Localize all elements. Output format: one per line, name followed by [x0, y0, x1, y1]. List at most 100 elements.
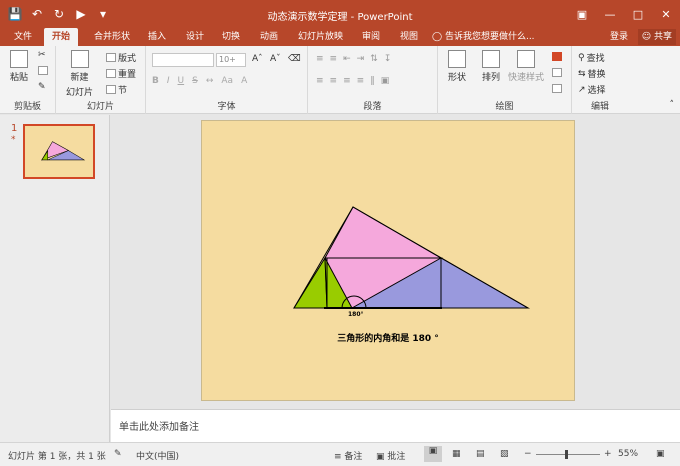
window-controls: ▣ — □ ✕ [568, 0, 680, 28]
strikethrough-icon[interactable]: S [192, 76, 198, 86]
zoom-out-button[interactable]: − [524, 449, 532, 459]
maximize-button[interactable]: □ [624, 0, 652, 28]
clear-format-button[interactable]: ⌫ [288, 54, 301, 64]
shapes-button[interactable]: 形状 [448, 50, 466, 83]
fit-to-window-button[interactable]: ▣ [656, 449, 665, 459]
char-spacing-icon[interactable]: ↔ [206, 76, 214, 86]
reset-button[interactable]: 重置 [106, 67, 136, 80]
tab-design[interactable]: 设计 [178, 28, 212, 46]
slide-canvas[interactable]: 180° 三角形的内角和是 180 ° [201, 120, 575, 401]
new-slide-icon [70, 50, 89, 68]
cut-button[interactable]: ✂ [38, 50, 46, 60]
justify-icon[interactable]: ≡ [357, 76, 365, 86]
tab-view[interactable]: 视图 [392, 28, 426, 46]
editing-group-label: 编辑 [590, 102, 609, 112]
tab-transitions[interactable]: 切换 [214, 28, 248, 46]
angle-label: 180° [348, 311, 364, 318]
slide-caption[interactable]: 三角形的内角和是 180 ° [202, 331, 574, 344]
list-buttons: ≡ ≡ ⇤ ⇥ ⇅ ↧ [316, 54, 391, 64]
select-button[interactable]: ↗ 选择 [578, 83, 606, 97]
search-icon: ⚲ [578, 52, 585, 63]
shape-effects-button[interactable] [552, 84, 562, 93]
fill-icon [552, 52, 562, 61]
zoom-slider[interactable] [536, 454, 600, 455]
paragraph-group: ≡ ≡ ⇤ ⇥ ⇅ ↧ ≡ ≡ ≡ ≡ ‖ ▣ 段落 [308, 46, 438, 114]
font-grow-icon: Aˆ [252, 54, 263, 64]
find-label: 查找 [586, 54, 605, 64]
notes-pane[interactable]: 单击此处添加备注 [111, 409, 680, 442]
tab-animations[interactable]: 动画 [252, 28, 286, 46]
new-slide-button[interactable]: 新建 幻灯片 [66, 50, 93, 98]
italic-icon[interactable]: I [167, 76, 170, 86]
bold-icon[interactable]: B [152, 76, 159, 86]
slides-group-label: 幻灯片 [86, 102, 114, 112]
notes-icon: ≡ [334, 452, 342, 462]
font-style-buttons: BIUS ↔ Aa A [152, 76, 247, 86]
paragraph-group-label: 段落 [363, 102, 382, 112]
align-right-icon[interactable]: ≡ [343, 76, 351, 86]
paste-button[interactable]: 粘贴 [10, 50, 28, 83]
tab-review[interactable]: 审阅 [354, 28, 388, 46]
copy-button[interactable] [38, 66, 48, 75]
section-button[interactable]: 节 [106, 83, 127, 96]
arrange-button[interactable]: 排列 [482, 50, 500, 83]
numbering-icon[interactable]: ≡ [330, 54, 338, 64]
align-left-icon[interactable]: ≡ [316, 76, 324, 86]
tab-home[interactable]: 开始 [44, 28, 79, 46]
bullets-icon[interactable]: ≡ [316, 54, 324, 64]
reading-view-button[interactable]: ▤ [476, 449, 485, 459]
font-name-input[interactable] [152, 53, 214, 67]
section-icon [106, 85, 116, 94]
format-painter-button[interactable]: ✎ [38, 82, 46, 92]
grow-font-button[interactable]: Aˆ [252, 54, 263, 64]
spellcheck-icon[interactable]: ✎ [114, 449, 122, 459]
tab-slideshow[interactable]: 幻灯片放映 [290, 28, 351, 46]
language-status[interactable]: 中文(中国) [136, 449, 179, 462]
share-button[interactable]: ☺ 共享 [637, 29, 676, 45]
paste-label: 粘贴 [10, 73, 29, 83]
notes-toggle-button[interactable]: ≡ 备注 [334, 449, 362, 462]
zoom-slider-thumb[interactable] [565, 450, 568, 459]
align-center-icon[interactable]: ≡ [330, 76, 338, 86]
text-direction-icon[interactable]: ↧ [384, 54, 392, 64]
slide-sorter-button[interactable]: ▦ [452, 449, 461, 459]
font-color-icon[interactable]: A [241, 76, 247, 86]
shape-outline-button[interactable] [552, 68, 562, 77]
change-case-icon[interactable]: Aa [221, 76, 233, 86]
comments-toggle-button[interactable]: ▣ 批注 [376, 449, 405, 462]
line-spacing-icon[interactable]: ⇅ [370, 54, 378, 64]
reset-icon [106, 69, 116, 78]
columns-icon[interactable]: ‖ [370, 76, 375, 86]
replace-label: 替换 [587, 70, 606, 80]
tab-merge-shapes[interactable]: 合并形状 [86, 28, 138, 46]
font-group: 10+ Aˆ Aˇ ⌫ BIUS ↔ Aa A 字体 [146, 46, 308, 114]
zoom-level[interactable]: 55% [618, 449, 638, 459]
indent-increase-icon[interactable]: ⇥ [357, 54, 365, 64]
quick-styles-button[interactable]: 快速样式 [508, 50, 544, 83]
login-button[interactable]: 登录 [610, 28, 628, 46]
shape-fill-button[interactable] [552, 52, 562, 61]
minimize-button[interactable]: — [596, 0, 624, 28]
drawing-group: 形状 排列 快速样式 绘图 [438, 46, 572, 114]
normal-view-button[interactable]: ▣ [424, 446, 442, 462]
collapse-ribbon-button[interactable]: ˄ [670, 100, 675, 110]
eraser-icon: ⌫ [288, 54, 301, 64]
font-size-input[interactable]: 10+ [216, 53, 246, 67]
find-button[interactable]: ⚲ 查找 [578, 51, 605, 65]
zoom-in-button[interactable]: + [604, 449, 612, 459]
editing-group: ⚲ 查找 ⇆ 替换 ↗ 选择 编辑 [572, 46, 628, 114]
replace-button[interactable]: ⇆ 替换 [578, 67, 606, 81]
slideshow-view-button[interactable]: ▧ [500, 449, 509, 459]
shrink-font-button[interactable]: Aˇ [270, 54, 281, 64]
underline-icon[interactable]: U [178, 76, 185, 86]
tell-me-box[interactable]: ◯ 告诉我您想要做什么... [432, 28, 535, 46]
indent-decrease-icon[interactable]: ⇤ [343, 54, 351, 64]
tab-insert[interactable]: 插入 [140, 28, 174, 46]
slide-thumbnail[interactable] [23, 124, 95, 179]
tab-file[interactable]: 文件 [6, 28, 40, 46]
slides-group: 新建 幻灯片 版式 重置 节 幻灯片 [56, 46, 146, 114]
close-button[interactable]: ✕ [652, 0, 680, 28]
layout-button[interactable]: 版式 [106, 51, 136, 64]
smartart-icon[interactable]: ▣ [381, 76, 390, 86]
ribbon-display-options-button[interactable]: ▣ [568, 0, 596, 28]
